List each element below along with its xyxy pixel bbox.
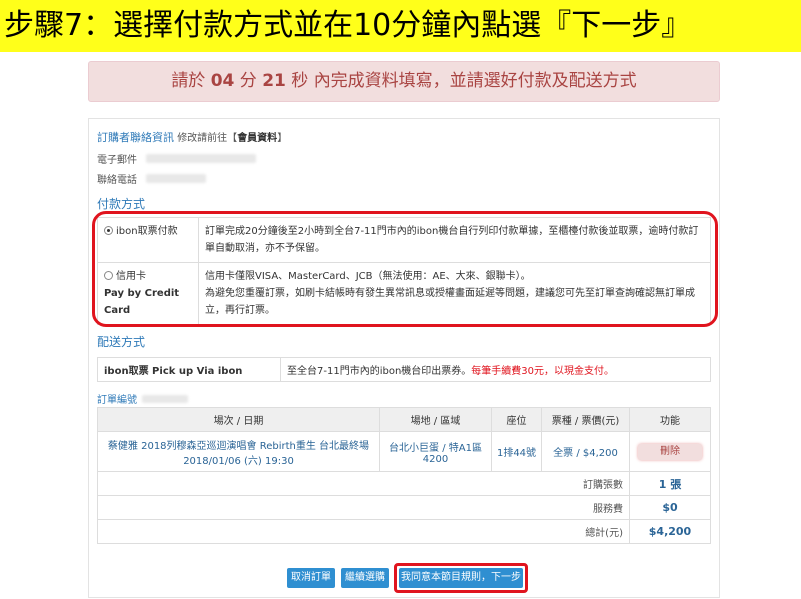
phone-row: 聯絡電話 (97, 171, 207, 186)
buyer-info-header: 訂購者聯絡資訊 修改請前往【會員資料】 (97, 129, 287, 145)
col-venue: 場地 / 區域 (379, 407, 492, 432)
summary-qty-value: 1 張 (629, 471, 711, 496)
email-label: 電子郵件 (97, 155, 137, 166)
instruction-banner: 步驟7：選擇付款方式並在10分鐘內點選『下一步』 (0, 0, 801, 52)
timer-sec-unit: 秒 (291, 71, 309, 91)
action-cell: 刪除 (629, 431, 711, 472)
email-row: 電子郵件 (97, 151, 257, 166)
shipping-fee-note: 每筆手續費30元，以現金支付。 (471, 366, 615, 377)
timer-prefix: 請於 (171, 71, 206, 91)
col-event: 場次 / 日期 (97, 407, 380, 432)
timer-min-unit: 分 (239, 71, 257, 91)
summary-fee-value: $0 (629, 495, 711, 520)
venue-cell: 台北小巨蛋 / 特A1區4200 (379, 431, 492, 472)
summary-total-value: $4,200 (629, 519, 711, 544)
table-row: 蔡健雅 2018列穆森亞巡迴演唱會 Rebirth重生 台北最終場 2018/0… (97, 431, 711, 472)
next-step-highlight (394, 563, 528, 593)
shipping-desc-cell: 至全台7-11門市內的ibon機台印出票券。每筆手續費30元，以現金支付。 (280, 357, 711, 382)
countdown-alert: 請於 04 分 21 秒 內完成資料填寫，並請選好付款及配送方式 (88, 61, 720, 102)
order-header-row: 場次 / 日期 場地 / 區域 座位 票種 / 票價(元) 功能 (97, 407, 711, 432)
order-table: 場次 / 日期 場地 / 區域 座位 票種 / 票價(元) 功能 蔡健雅 201… (97, 407, 711, 544)
summary-total-label: 總計(元) (97, 519, 630, 544)
timer-suffix: 內完成資料填寫，並請選好付款及配送方式 (313, 71, 637, 91)
order-number-redacted (142, 395, 189, 403)
timer-minutes: 04 (210, 71, 235, 91)
order-number-row: 訂單編號 (97, 391, 189, 406)
event-cell[interactable]: 蔡健雅 2018列穆森亞巡迴演唱會 Rebirth重生 台北最終場 2018/0… (97, 431, 380, 472)
delete-button[interactable]: 刪除 (638, 443, 702, 460)
order-number-label: 訂單編號 (97, 395, 137, 406)
payment-section-title: 付款方式 (97, 197, 146, 211)
member-data-link[interactable]: 會員資料 (237, 133, 277, 144)
shipping-row: ibon取票 Pick up Via ibon 至全台7-11門市內的ibon機… (97, 357, 711, 382)
col-ticket: 票種 / 票價(元) (541, 407, 630, 432)
instruction-text: 步驟7：選擇付款方式並在10分鐘內點選『下一步』 (4, 8, 692, 43)
cancel-order-button[interactable]: 取消訂單 (287, 568, 335, 588)
email-value-redacted (146, 154, 257, 163)
event-title: 蔡健雅 2018列穆森亞巡迴演唱會 Rebirth重生 台北最終場 (107, 440, 370, 452)
shipping-method: ibon取票 Pick up Via ibon (97, 357, 281, 382)
buyer-edit-hint-end: 】 (277, 133, 288, 144)
phone-label: 聯絡電話 (97, 175, 137, 186)
summary-fee-label: 服務費 (97, 495, 630, 520)
shipping-desc: 至全台7-11門市內的ibon機台印出票券。 (287, 366, 472, 377)
timer-seconds: 21 (262, 71, 286, 91)
shipping-section-title: 配送方式 (97, 335, 146, 349)
buyer-info-title: 訂購者聯絡資訊 (97, 131, 174, 144)
phone-value-redacted (146, 174, 207, 183)
summary-row-total: 總計(元) $4,200 (97, 519, 711, 544)
continue-shopping-button[interactable]: 繼續選購 (341, 568, 389, 588)
seat-cell: 1排44號 (491, 431, 542, 472)
summary-row-fee: 服務費 $0 (97, 495, 711, 520)
event-date: 2018/01/06 (六) 19:30 (183, 455, 294, 467)
shipping-table: ibon取票 Pick up Via ibon 至全台7-11門市內的ibon機… (97, 357, 711, 382)
ticket-cell: 全票 / $4,200 (541, 431, 630, 472)
col-action: 功能 (629, 407, 711, 432)
col-seat: 座位 (491, 407, 542, 432)
payment-highlight-outline (92, 211, 718, 327)
checkout-panel: 訂購者聯絡資訊 修改請前往【會員資料】 電子郵件 聯絡電話 付款方式 ibon取… (88, 118, 720, 598)
buyer-edit-hint: 修改請前往【 (177, 133, 238, 144)
summary-qty-label: 訂購張數 (97, 471, 630, 496)
summary-row-qty: 訂購張數 1 張 (97, 471, 711, 496)
